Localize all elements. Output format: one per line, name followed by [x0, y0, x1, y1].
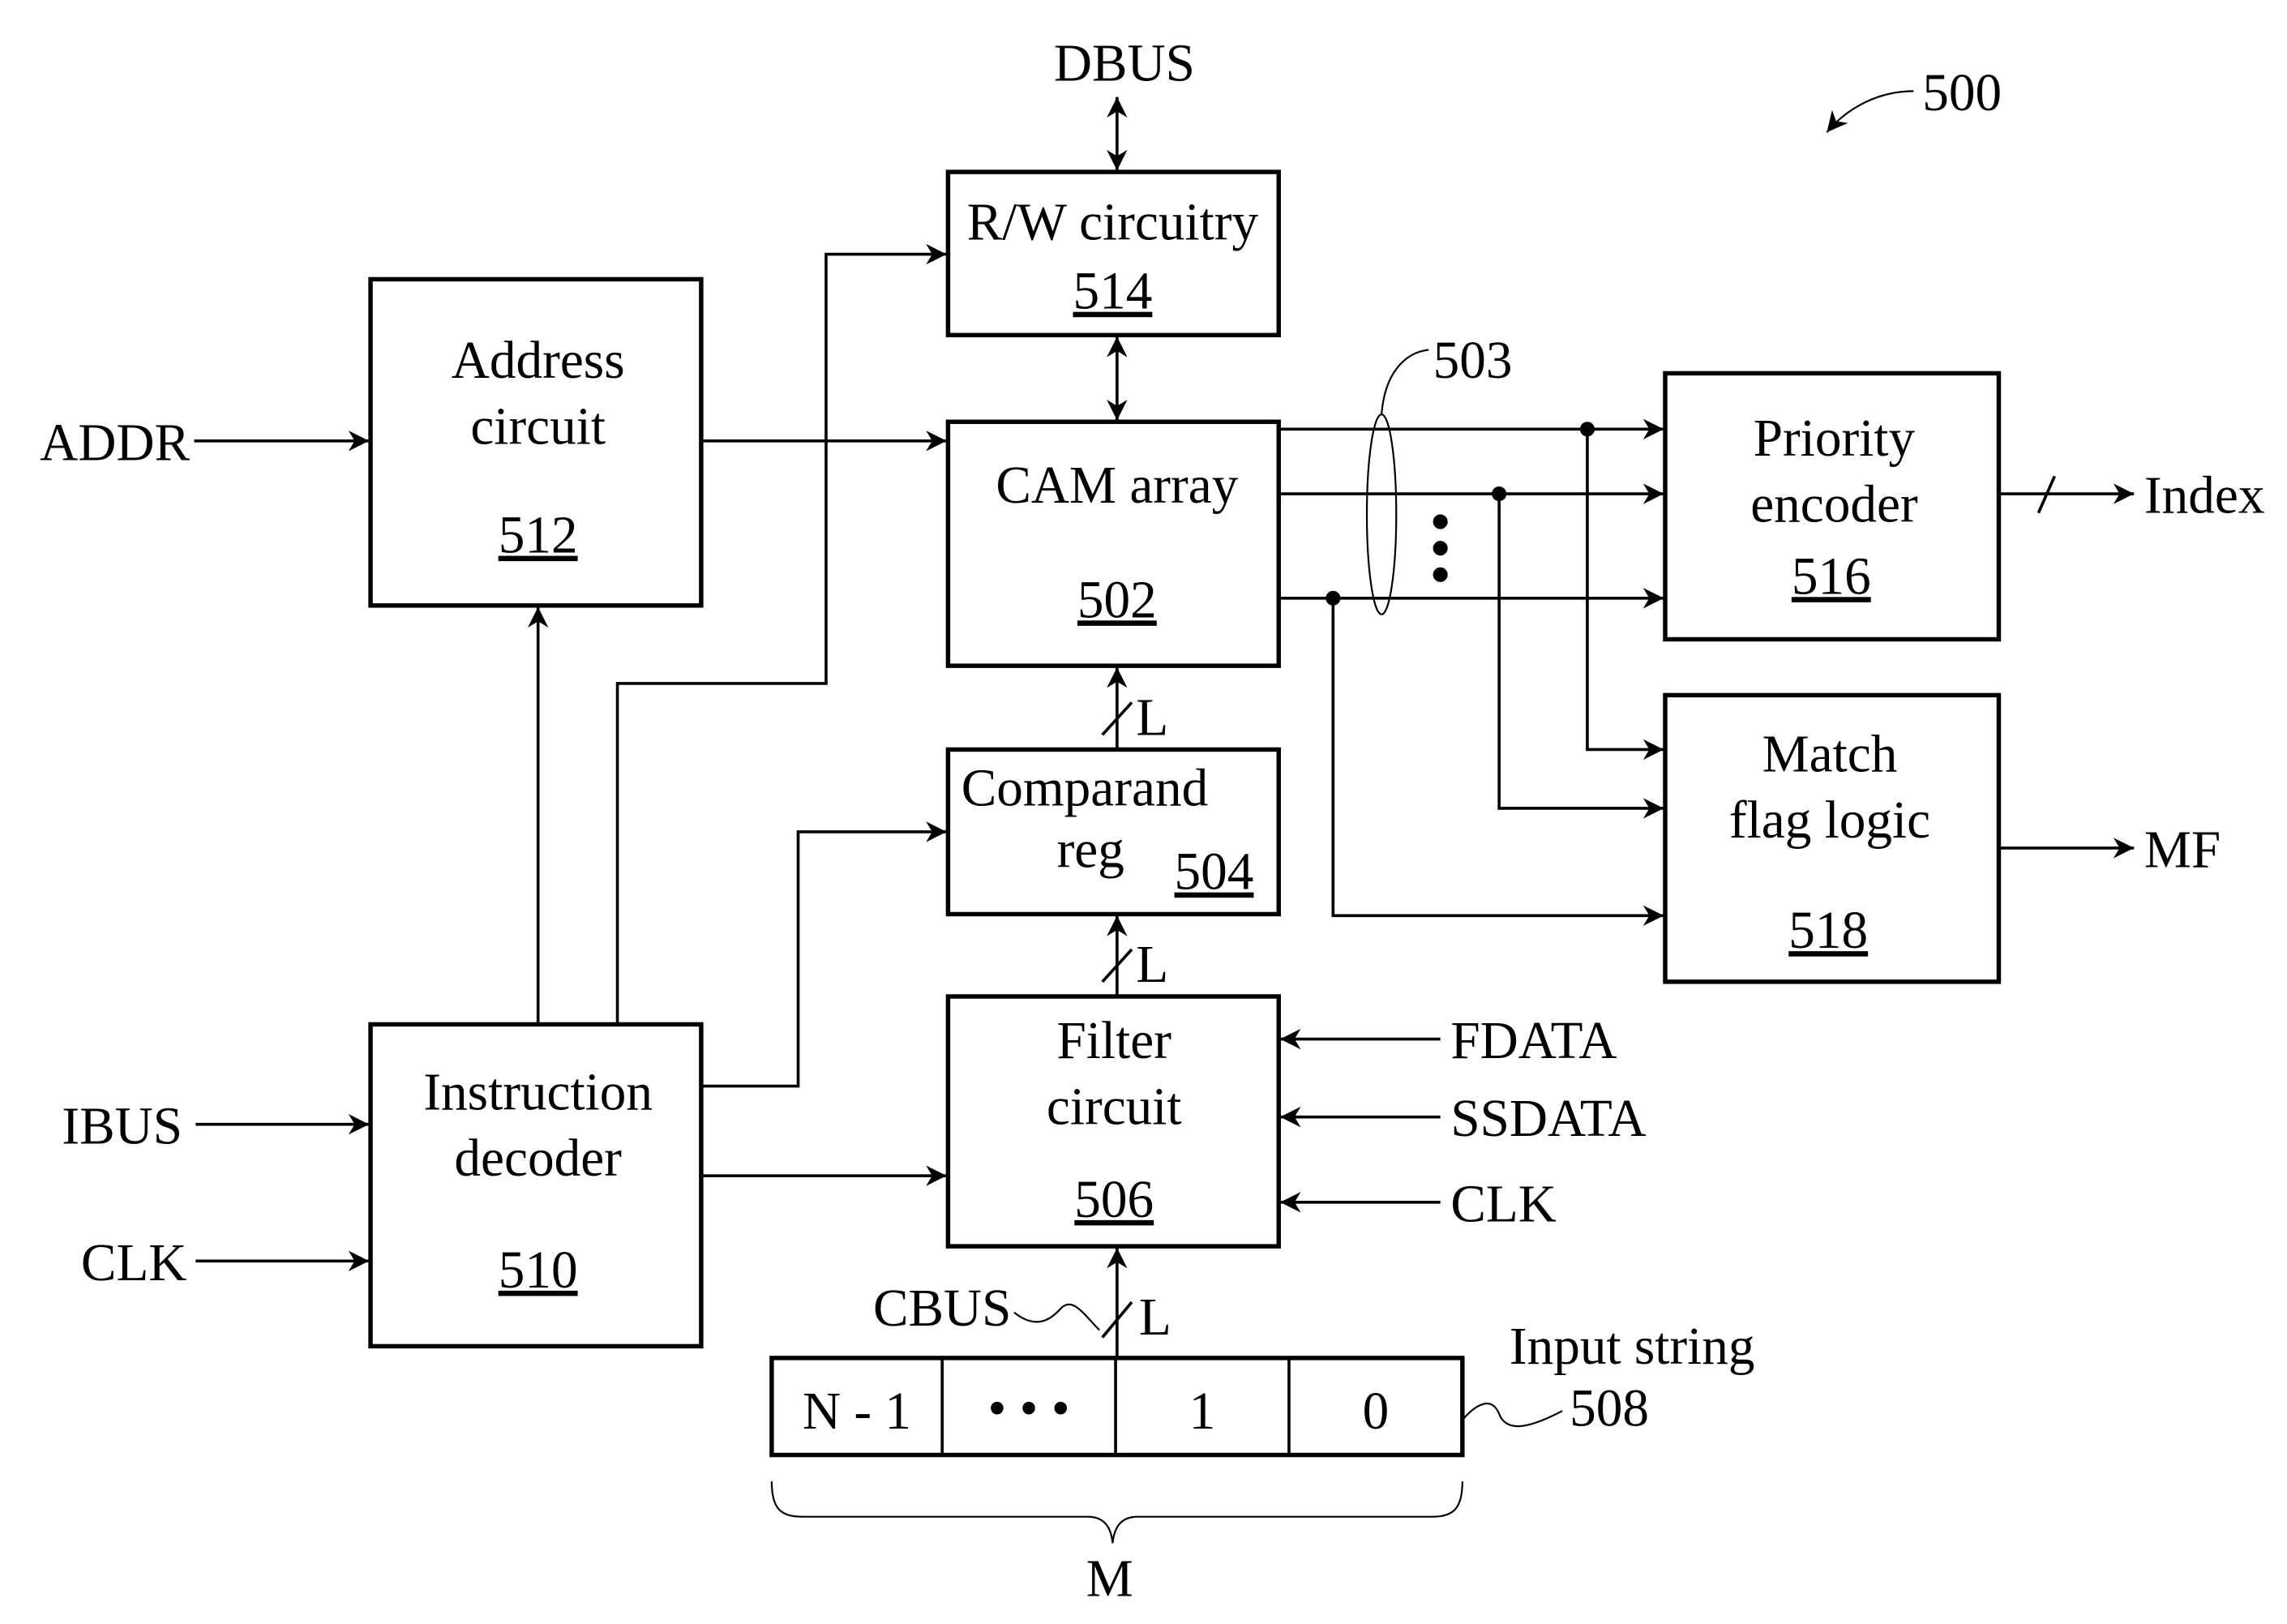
cam-array-block[interactable]: CAM array 502 [945, 419, 1281, 668]
index-label: Index [2144, 467, 2265, 525]
filter-circuit-block[interactable]: Filter circuit 506 [945, 994, 1281, 1249]
match-bus-ref: 503 [1433, 332, 1513, 390]
match-flag-ref: 518 [1788, 902, 1868, 960]
input-string-ref: 508 [1570, 1379, 1649, 1438]
mf-label: MF [2144, 821, 2221, 879]
cbus-leader [1013, 1303, 1100, 1331]
comparand-reg-ref: 504 [1175, 843, 1254, 902]
priority-encoder-block[interactable]: Priority encoder 516 [1663, 371, 2002, 642]
instruction-decoder-ref: 510 [499, 1241, 578, 1300]
match-bus-ellipse [1365, 413, 1398, 615]
input-string-cell: 0 [1363, 1382, 1390, 1441]
figure-reference: 500 [1826, 64, 2002, 133]
instruction-decoder-block[interactable]: Instruction decoder 510 [368, 1022, 704, 1349]
fdata-label: FDATA [1450, 1012, 1617, 1070]
input-string-register[interactable]: N - 1 • • • 1 0 [769, 1356, 1465, 1458]
comparand-reg-block[interactable]: Comparand reg 504 [945, 747, 1281, 917]
bus-width-label: L [1136, 936, 1168, 994]
match-flag-logic-block[interactable]: Match flag logic 518 [1663, 692, 2002, 984]
input-string-cell: • • • [988, 1379, 1070, 1438]
priority-encoder-ref: 516 [1792, 547, 1871, 606]
comparand-reg-title-1: Comparand [961, 759, 1208, 817]
match-flag-title-1: Match [1762, 726, 1898, 784]
junction-dot [1326, 590, 1341, 606]
ellipsis-dot [1433, 567, 1448, 582]
match-line-tap-arrow [1497, 494, 1664, 819]
address-circuit-block[interactable]: Address circuit 512 [368, 276, 704, 608]
rw-circuitry-title: R/W circuitry [967, 193, 1259, 251]
filter-circuit-title-1: Filter [1057, 1012, 1172, 1070]
input-string-label: Input string [1510, 1318, 1755, 1376]
dbus-label: DBUS [1054, 35, 1195, 93]
bus-width-label: L [1136, 688, 1168, 747]
decoder-to-comparand-arrow [700, 821, 947, 1088]
figure-ref-label: 500 [1922, 64, 2002, 122]
figure-ref-arrow [1826, 90, 1914, 133]
match-flag-title-2: flag logic [1729, 791, 1930, 850]
ibus-label: IBUS [62, 1097, 182, 1155]
junction-dot [1579, 422, 1595, 437]
priority-encoder-title-2: encoder [1750, 475, 1918, 533]
ellipsis-dot [1433, 541, 1448, 556]
filter-circuit-title-2: circuit [1047, 1078, 1182, 1137]
rw-circuitry-ref: 514 [1073, 263, 1152, 321]
ssdata-label: SSDATA [1450, 1090, 1646, 1148]
match-line-tap-arrow [1586, 429, 1664, 761]
match-bus-leader [1381, 349, 1429, 415]
cam-array-ref: 502 [1077, 571, 1157, 629]
cam-block-diagram: 500 DBUS R/W circuitry 514 CAM array 502… [40, 35, 2265, 1609]
instruction-decoder-title-1: Instruction [423, 1064, 653, 1122]
filter-circuit-ref: 506 [1074, 1171, 1154, 1229]
width-brace [770, 1481, 1463, 1544]
cam-array-title: CAM array [996, 456, 1238, 515]
address-circuit-ref: 512 [499, 507, 578, 565]
addr-label: ADDR [40, 413, 190, 472]
decoder-clk-label: CLK [81, 1234, 187, 1292]
width-label: M [1086, 1550, 1133, 1609]
instruction-decoder-title-2: decoder [454, 1129, 622, 1188]
junction-dot [1492, 486, 1507, 502]
filter-clk-label: CLK [1450, 1175, 1557, 1233]
input-string-leader [1463, 1403, 1563, 1428]
comparand-reg-title-2: reg [1057, 821, 1124, 879]
rw-circuitry-block[interactable]: R/W circuitry 514 [945, 169, 1281, 338]
cbus-width-label: L [1139, 1288, 1171, 1347]
priority-encoder-title-1: Priority [1754, 409, 1916, 468]
input-string-cell: N - 1 [803, 1382, 911, 1441]
address-circuit-title-1: Address [452, 332, 625, 390]
ellipsis-dot [1433, 514, 1448, 529]
cbus-label: CBUS [873, 1279, 1011, 1338]
address-circuit-title-2: circuit [470, 397, 606, 456]
input-string-cell: 1 [1189, 1382, 1216, 1441]
